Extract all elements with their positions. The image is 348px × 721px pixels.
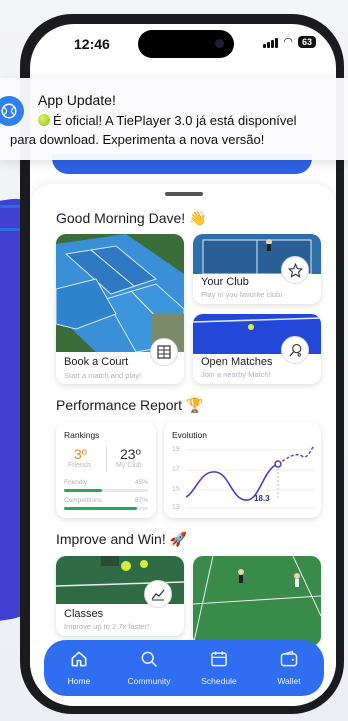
rank-divider <box>106 446 107 472</box>
notification-body-line2: para download. Experimenta a nova versão… <box>10 132 265 147</box>
friendly-label: Friendly <box>64 479 88 486</box>
calendar-icon <box>211 651 227 667</box>
camera-icon <box>215 39 224 48</box>
tab-label: Schedule <box>201 676 237 686</box>
book-court-card[interactable]: Book a Court Start a match and play! <box>56 234 184 384</box>
status-time: 12:46 <box>74 36 110 52</box>
background-line <box>0 205 20 208</box>
book-court-subtitle: Start a match and play! <box>64 371 142 380</box>
classes-subtitle: Improve up to 2.7x faster! <box>64 622 150 631</box>
competitions-value: 87% <box>134 497 148 504</box>
tab-schedule[interactable]: Schedule <box>184 640 254 696</box>
tab-home[interactable]: Home <box>44 640 114 696</box>
tab-wallet[interactable]: Wallet <box>254 640 324 696</box>
open-matches-card[interactable]: Open Matches Join a nearby Match! <box>193 314 321 384</box>
greeting-heading: Good Morning Dave! 👋 <box>56 210 207 226</box>
notification-title: App Update! <box>38 92 116 108</box>
search-icon <box>141 651 158 668</box>
evolution-highlight: 18.3 <box>254 494 270 503</box>
notification-text: É oficial! A TiePlayer 3.0 já está dispo… <box>53 113 297 128</box>
wallet-icon <box>280 650 298 667</box>
star-icon <box>281 256 309 284</box>
bottom-tab-bar: Home Community Schedule Wallet <box>44 640 324 696</box>
evolution-card[interactable]: Evolution 19 17 15 13 18.3 <box>164 422 321 518</box>
friendly-progress <box>64 489 148 492</box>
status-icons: ◠ 63 <box>263 36 316 48</box>
court-icon <box>150 338 178 366</box>
club-label: My Club <box>116 462 142 469</box>
classes-title: Classes <box>64 608 104 620</box>
your-club-card[interactable]: Your Club Play in you favorite club! <box>193 234 321 304</box>
friendly-progress-fill <box>64 489 102 492</box>
competitions-progress <box>64 507 148 510</box>
open-matches-title: Open Matches <box>201 356 273 368</box>
tab-label: Wallet <box>277 676 301 686</box>
book-court-title: Book a Court <box>64 356 129 368</box>
app-logo-icon <box>0 96 24 126</box>
evolution-line-chart <box>185 445 315 509</box>
wifi-icon: ◠ <box>283 35 293 48</box>
friendly-value: 45% <box>134 479 148 486</box>
tab-community[interactable]: Community <box>114 640 184 696</box>
tennis-ball-icon <box>38 114 50 126</box>
home-sheet: Good Morning Dave! 👋 Book a Court Start … <box>30 184 336 706</box>
tab-label: Home <box>67 676 91 686</box>
background-line <box>0 228 20 231</box>
rankings-card[interactable]: Rankings 3º Friends 23º My Club Friendly… <box>56 422 156 518</box>
players-court-image <box>193 556 321 646</box>
friends-rank: 3º <box>74 446 87 462</box>
racket-icon <box>281 336 309 364</box>
friends-label: Friends <box>68 462 92 469</box>
court-aerial-image <box>56 234 184 352</box>
performance-heading: Performance Report 🏆 <box>56 397 204 413</box>
your-club-subtitle: Play in you favorite club! <box>201 290 283 299</box>
competitions-progress-fill <box>64 507 138 510</box>
update-notification[interactable]: App Update! É oficial! A TiePlayer 3.0 j… <box>0 78 348 160</box>
home-icon <box>71 651 87 667</box>
club-rank: 23º <box>120 446 141 462</box>
notification-body-line1: É oficial! A TiePlayer 3.0 já está dispo… <box>38 111 348 130</box>
battery-icon: 63 <box>297 36 316 48</box>
classes-card[interactable]: Classes Improve up to 2.7x faster! <box>56 556 184 636</box>
dynamic-island <box>138 30 234 58</box>
tab-label: Community <box>127 676 171 686</box>
improve-heading: Improve and Win! 🚀 <box>56 531 188 547</box>
signal-icon <box>263 37 279 48</box>
rankings-title: Rankings <box>64 430 100 440</box>
status-bar: 12:46 ◠ 63 <box>30 24 336 64</box>
drag-handle[interactable] <box>165 192 203 196</box>
training-card[interactable] <box>193 556 321 646</box>
open-matches-subtitle: Join a nearby Match! <box>201 370 271 379</box>
your-club-title: Your Club <box>201 276 249 288</box>
competitions-label: Competitions <box>64 497 102 504</box>
chart-icon <box>144 580 172 608</box>
